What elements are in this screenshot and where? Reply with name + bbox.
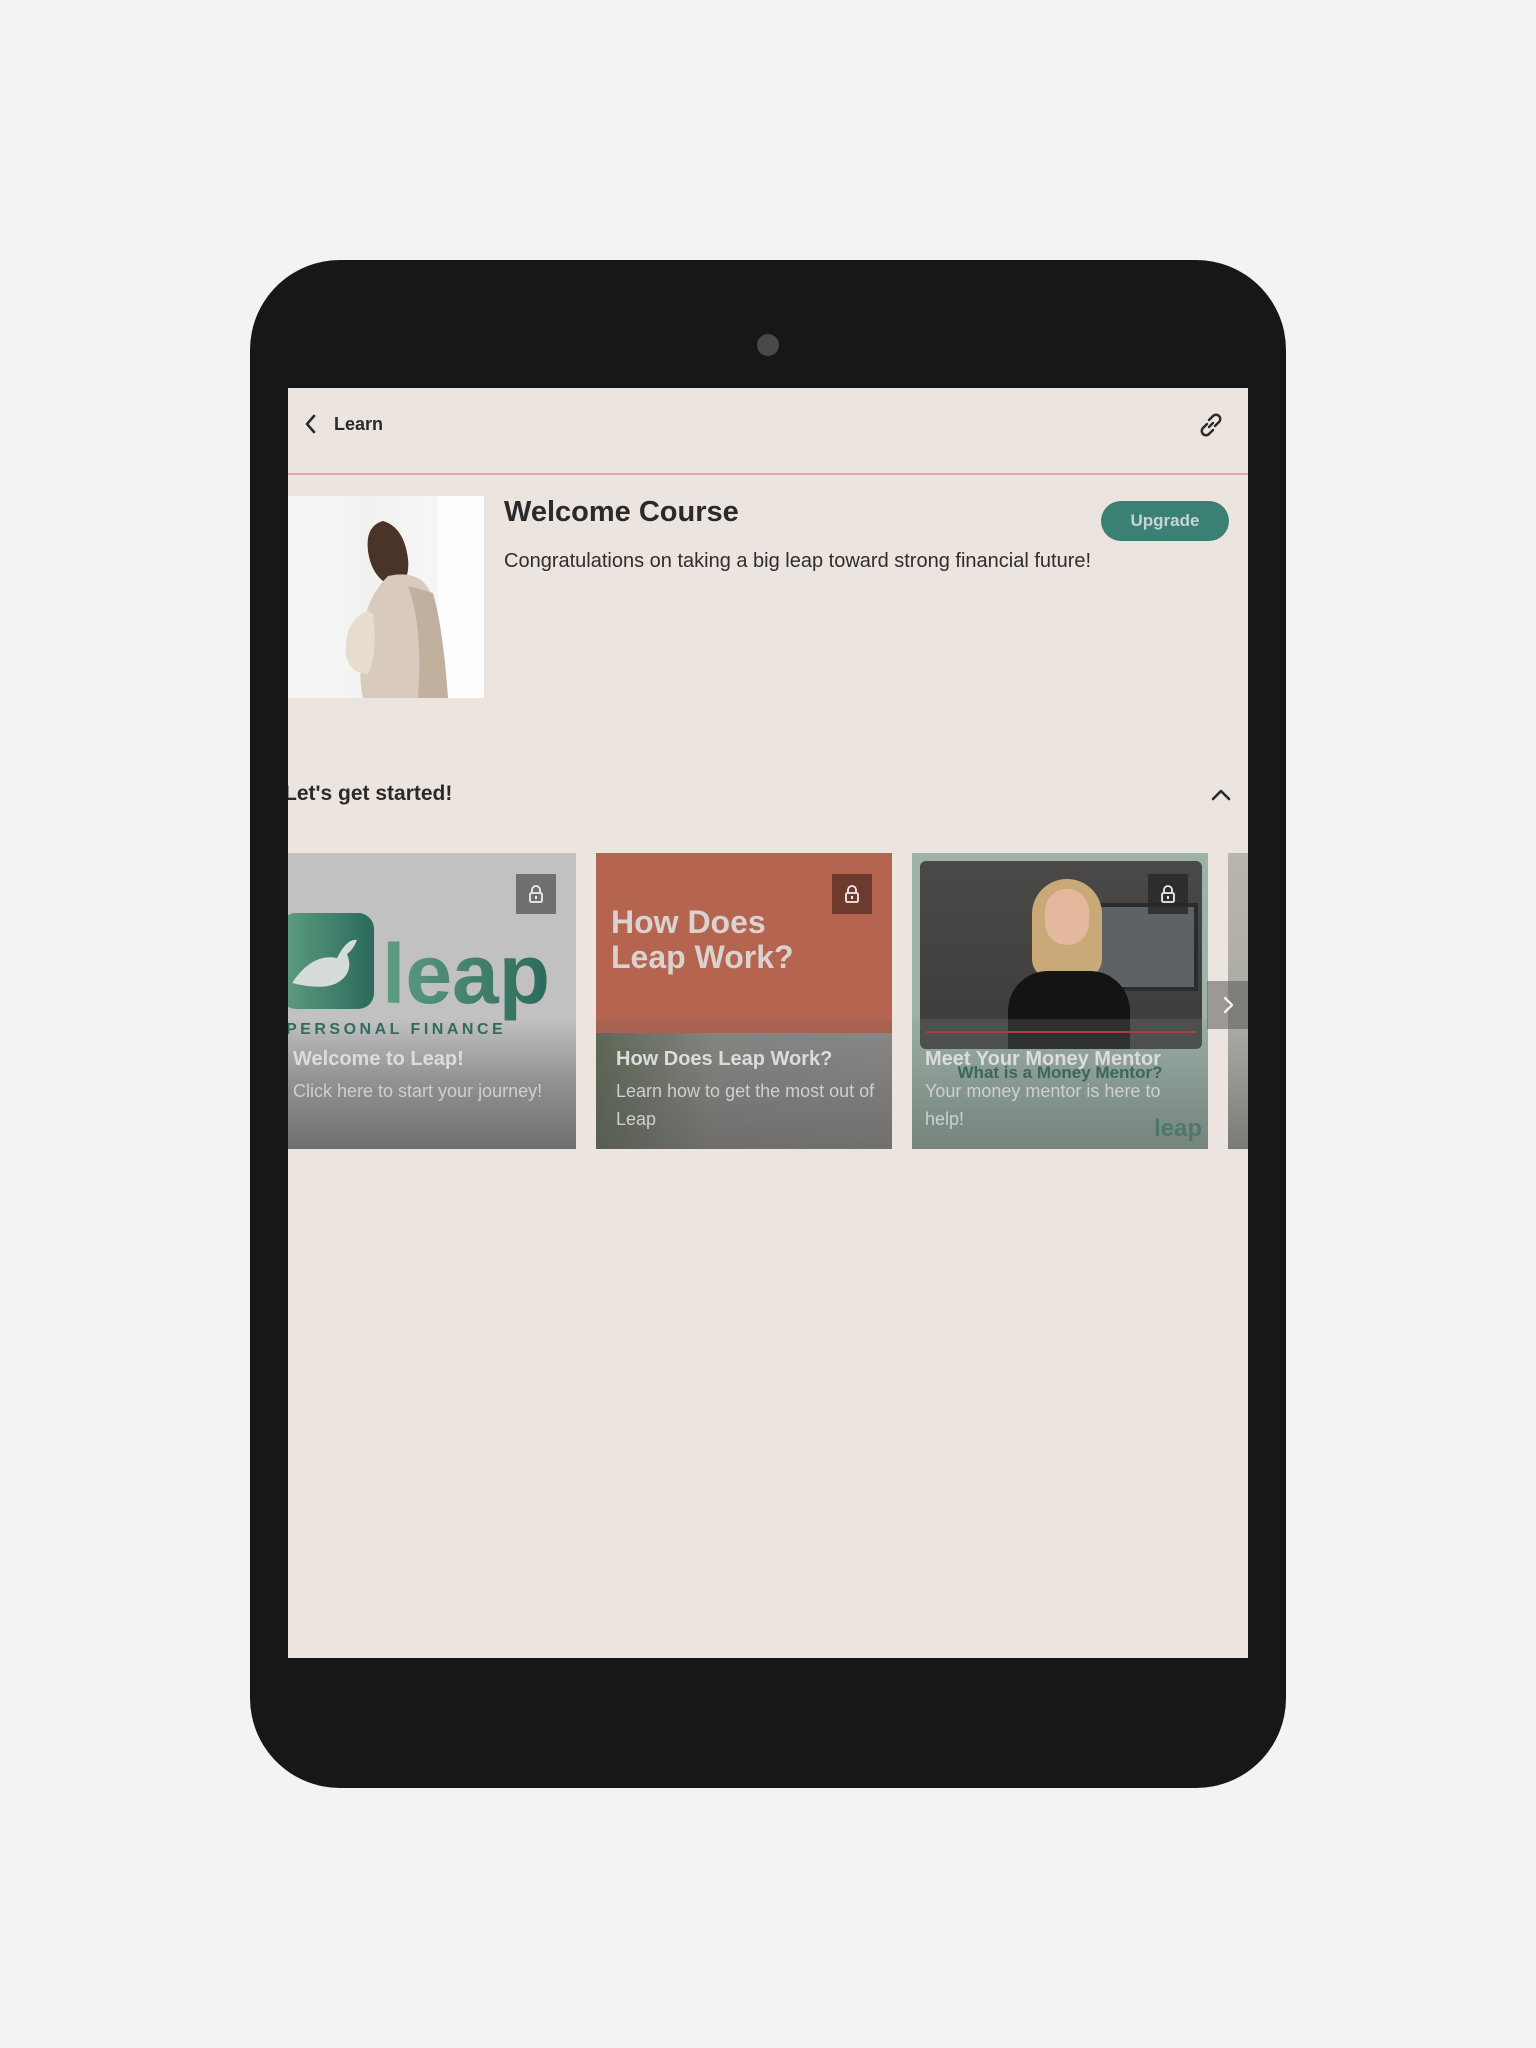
chevron-right-icon [1223, 996, 1233, 1014]
course-thumbnail [288, 496, 484, 698]
top-bar: Learn [288, 388, 1248, 475]
course-photo [288, 496, 484, 698]
chevron-up-icon[interactable] [1208, 782, 1234, 808]
upgrade-button[interactable]: Upgrade [1101, 501, 1229, 541]
link-icon[interactable] [1196, 410, 1226, 440]
card-title: Welcome to Leap! [293, 1048, 464, 1070]
lesson-card[interactable]: How Does Leap Work? How Does Leap Work? … [596, 853, 892, 1149]
lesson-card[interactable]: What is a Money Mentor? leap Meet Your M… [912, 853, 1208, 1149]
course-description: Congratulations on taking a big leap tow… [504, 550, 1092, 572]
chevron-left-icon [305, 414, 316, 434]
card-thumbnail-text: How Does Leap Work? [611, 904, 794, 975]
carousel-next-button[interactable] [1207, 981, 1248, 1029]
mentor-face [1045, 889, 1089, 945]
lock-icon [1148, 874, 1188, 914]
camera-icon [757, 334, 779, 356]
lock-icon [832, 874, 872, 914]
course-title: Welcome Course [504, 496, 739, 528]
lock-icon [516, 874, 556, 914]
back-button[interactable]: Learn [302, 413, 383, 435]
app-screen: Learn Welcome Course Congratulations on … [288, 388, 1248, 1658]
card-title: How Does Leap Work? [616, 1048, 833, 1070]
card-title: Meet Your Money Mentor [925, 1048, 1161, 1070]
card-description: Learn how to get the most out of Leap [616, 1081, 875, 1129]
lesson-card[interactable]: leap PERSONAL FINANCE Welcome to Leap! C… [288, 853, 576, 1149]
section-title: Let's get started! [288, 782, 453, 805]
card-description: Click here to start your journey! [293, 1081, 543, 1101]
leap-wordmark: leap [382, 927, 550, 1021]
back-label: Learn [334, 413, 384, 434]
card-description: Your money mentor is here to help! [925, 1081, 1161, 1129]
